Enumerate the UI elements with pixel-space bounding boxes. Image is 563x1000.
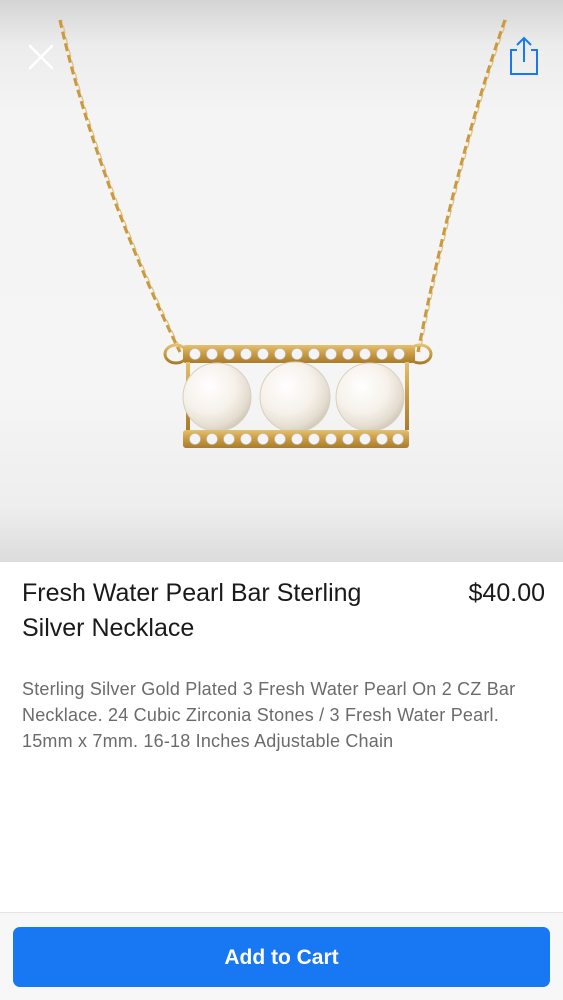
product-description: Sterling Silver Gold Plated 3 Fresh Wate… (22, 679, 516, 751)
bottom-action-bar: Add to Cart (0, 912, 563, 1000)
close-icon (28, 44, 54, 70)
share-icon (510, 36, 538, 75)
share-button[interactable] (504, 34, 544, 78)
pearl (259, 361, 331, 433)
product-detail-screen: Fresh Water Pearl Bar Sterling Silver Ne… (0, 0, 563, 1000)
close-button[interactable] (24, 40, 58, 74)
necklace-illustration (58, 19, 508, 448)
pearl (335, 362, 405, 432)
right-chain (416, 19, 507, 353)
product-price: $40.00 (468, 579, 545, 607)
product-image (0, 0, 563, 562)
add-to-cart-button[interactable]: Add to Cart (13, 927, 550, 987)
left-chain (58, 19, 182, 353)
pearl (182, 362, 252, 432)
product-title: Fresh Water Pearl Bar Sterling Silver Ne… (22, 579, 362, 642)
